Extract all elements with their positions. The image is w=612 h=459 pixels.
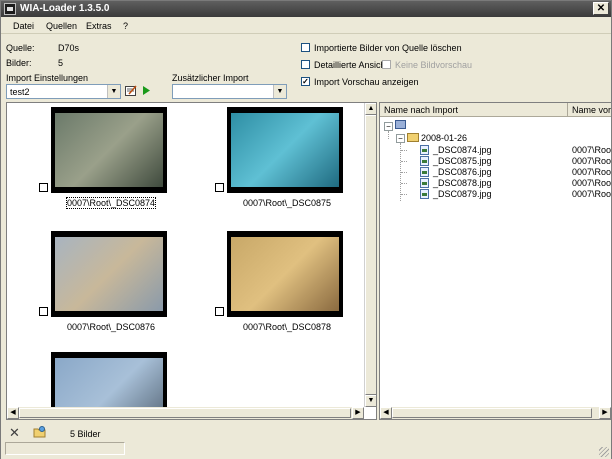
thumbnail-image[interactable] [227, 231, 343, 317]
tree-file-name[interactable]: _DSC0876.jpg [433, 167, 492, 177]
thumbnail-item[interactable]: 0007\Root\_DSC0878 [215, 227, 347, 337]
close-button[interactable]: ✕ [593, 2, 609, 15]
thumbnail-image[interactable] [51, 107, 167, 193]
import-settings-label: Import Einstellungen [6, 73, 89, 83]
jpg-file-icon [420, 156, 429, 166]
thumbnail-caption: 0007\Root\_DSC0874 [65, 197, 157, 209]
thumbnail-hscrollbar[interactable]: ◀ ▶ [7, 407, 364, 419]
cancel-icon[interactable]: ✕ [9, 425, 20, 441]
scroll-thumb[interactable] [365, 115, 376, 395]
thumbnail-checkbox[interactable] [215, 307, 224, 316]
computer-icon [395, 120, 406, 129]
thumbnail-item[interactable]: 0007\Root\_DSC0875 [215, 103, 347, 213]
bilder-value: 5 [58, 58, 64, 68]
tree-file-original: 0007\Root\ [572, 145, 612, 155]
tree-file-name[interactable]: _DSC0878.jpg [433, 178, 492, 188]
import-settings-value: test2 [10, 87, 30, 97]
delete-from-source-label: Importierte Bilder von Quelle löschen [314, 43, 462, 53]
hscroll-thumb[interactable] [19, 408, 351, 418]
tree-file-original: 0007\Root\ [572, 189, 612, 199]
tree-file-name[interactable]: _DSC0875.jpg [433, 156, 492, 166]
menu-help[interactable]: ? [123, 21, 128, 31]
additional-import-label: Zusätzlicher Import [172, 73, 249, 83]
window-title: WIA-Loader 1.3.5.0 [20, 3, 110, 14]
delete-from-source-checkbox[interactable] [301, 43, 310, 52]
detailed-view-checkbox[interactable] [301, 60, 310, 69]
tree-file-original: 0007\Root\ [572, 167, 612, 177]
bilder-label: Bilder: [6, 58, 32, 68]
jpg-file-icon [420, 145, 429, 155]
tree-scroll-right-button[interactable]: ▶ [599, 407, 611, 419]
thumbnail-caption: 0007\Root\_DSC0878 [243, 322, 332, 332]
scroll-up-button[interactable]: ▲ [365, 103, 376, 115]
tree-file-original: 0007\Root\ [572, 178, 612, 188]
thumbnail-item[interactable]: 0007\Root\_DSC0874 [39, 103, 171, 213]
chevron-down-icon[interactable]: ▼ [107, 85, 120, 98]
status-bar: ✕ 5 Bilder [1, 425, 611, 459]
folder-icon [407, 133, 419, 142]
tree-hscroll-thumb[interactable] [392, 408, 592, 418]
no-preview-checkbox [382, 60, 391, 69]
play-icon[interactable] [142, 85, 151, 99]
menu-datei[interactable]: Datei [13, 21, 34, 31]
thumbnail-pane[interactable]: 0007\Root\_DSC0874 0007\Root\_DSC0875 0007… [6, 102, 377, 420]
image-count-status: 5 Bilder [70, 429, 101, 439]
import-tree-pane[interactable]: Name nach Import Name vor I − − 2008-01-… [379, 102, 612, 420]
tree-file-name[interactable]: _DSC0879.jpg [433, 189, 492, 199]
tree-scroll-left-button[interactable]: ◀ [380, 407, 392, 419]
tree-file-name[interactable]: _DSC0874.jpg [433, 145, 492, 155]
root-expander[interactable]: − [384, 122, 393, 131]
thumbnail-image[interactable] [51, 231, 167, 317]
folder-label[interactable]: 2008-01-26 [421, 133, 467, 143]
folder-expander[interactable]: − [396, 134, 405, 143]
import-settings-combo[interactable]: test2 ▼ [6, 84, 121, 99]
chevron-down-icon[interactable]: ▼ [273, 85, 286, 98]
wia-loader-window: WIA-Loader 1.3.5.0 ✕ Datei Quellen Extra… [0, 0, 612, 459]
scroll-right-button[interactable]: ▶ [352, 407, 364, 419]
edit-settings-icon[interactable] [125, 85, 137, 99]
scroll-left-button[interactable]: ◀ [7, 407, 19, 419]
menu-bar: Datei Quellen Extras ? [1, 18, 611, 34]
resize-grip[interactable] [599, 447, 609, 457]
tree-file-original: 0007\Root\ [572, 156, 612, 166]
thumbnail-vscrollbar[interactable]: ▲ ▼ [364, 103, 376, 407]
column-header-name-after[interactable]: Name nach Import [380, 103, 568, 117]
quelle-value: D70s [58, 43, 80, 53]
jpg-file-icon [420, 178, 429, 188]
thumbnail-caption: 0007\Root\_DSC0876 [67, 322, 156, 332]
progress-field [5, 442, 125, 455]
thumbnail-item[interactable]: 0007\Root\_DSC0876 [39, 227, 171, 337]
title-bar[interactable]: WIA-Loader 1.3.5.0 ✕ [1, 1, 611, 17]
show-preview-checkbox[interactable]: ✓ [301, 77, 310, 86]
tree-hscrollbar[interactable]: ◀ ▶ [380, 407, 611, 419]
thumbnail-checkbox[interactable] [39, 183, 48, 192]
app-icon [4, 3, 16, 15]
jpg-file-icon [420, 189, 429, 199]
no-preview-label: Keine Bildvorschau [395, 60, 473, 70]
thumbnail-image[interactable] [227, 107, 343, 193]
menu-quellen[interactable]: Quellen [46, 21, 77, 31]
menu-extras[interactable]: Extras [86, 21, 112, 31]
detailed-view-label: Detaillierte Ansicht [314, 60, 389, 70]
show-preview-label: Import Vorschau anzeigen [314, 77, 419, 87]
jpg-file-icon [420, 167, 429, 177]
additional-import-combo[interactable]: ▼ [172, 84, 287, 99]
thumbnail-caption: 0007\Root\_DSC0875 [243, 198, 332, 208]
open-folder-icon[interactable] [33, 426, 47, 440]
thumbnail-checkbox[interactable] [39, 307, 48, 316]
scroll-down-button[interactable]: ▼ [365, 395, 376, 407]
quelle-label: Quelle: [6, 43, 35, 53]
thumbnail-checkbox[interactable] [215, 183, 224, 192]
column-header-name-before[interactable]: Name vor I [568, 103, 611, 117]
